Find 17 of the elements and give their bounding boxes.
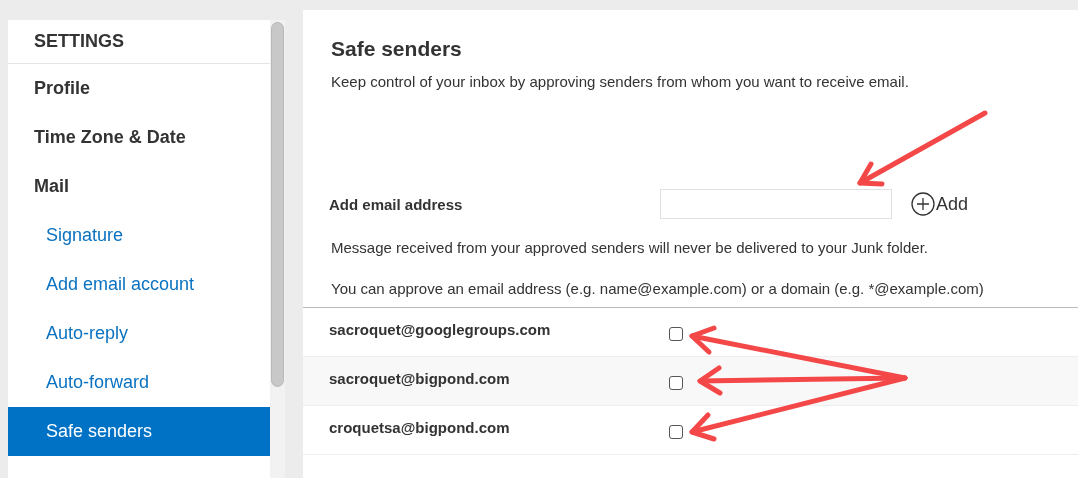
sidebar-item[interactable]: Auto-reply bbox=[8, 309, 270, 358]
sender-email: croquetsa@bigpond.com bbox=[328, 418, 511, 436]
sidebar-item[interactable]: Auto-forward bbox=[8, 358, 270, 407]
field-label: Add email address bbox=[329, 195, 464, 213]
description-text: Keep control of your inbox by approving senders from whom you want to receive email. bbox=[331, 73, 910, 90]
add-button[interactable]: Add bbox=[911, 192, 969, 216]
sender-email: sacroquet@bigpond.com bbox=[328, 369, 511, 387]
sidebar-item[interactable]: Add email account bbox=[8, 260, 270, 309]
sidebar-item[interactable]: Safe senders bbox=[8, 407, 270, 456]
info-text: You can approve an email address (e.g. name@example.com) or a domain (e.g. *@example.com) bbox=[331, 280, 985, 297]
info-text: Message received from your approved senders will never be delivered to your Junk folder. bbox=[331, 239, 929, 256]
sidebar-item[interactable]: Signature bbox=[8, 211, 270, 260]
sidebar-item[interactable]: Time Zone & Date bbox=[8, 113, 270, 162]
page-title: Safe senders bbox=[331, 37, 463, 61]
sender-email: sacroquet@googlegroups.com bbox=[328, 320, 552, 338]
sidebar-item[interactable]: Profile bbox=[8, 64, 270, 113]
sidebar-item[interactable]: Mail bbox=[8, 162, 270, 211]
